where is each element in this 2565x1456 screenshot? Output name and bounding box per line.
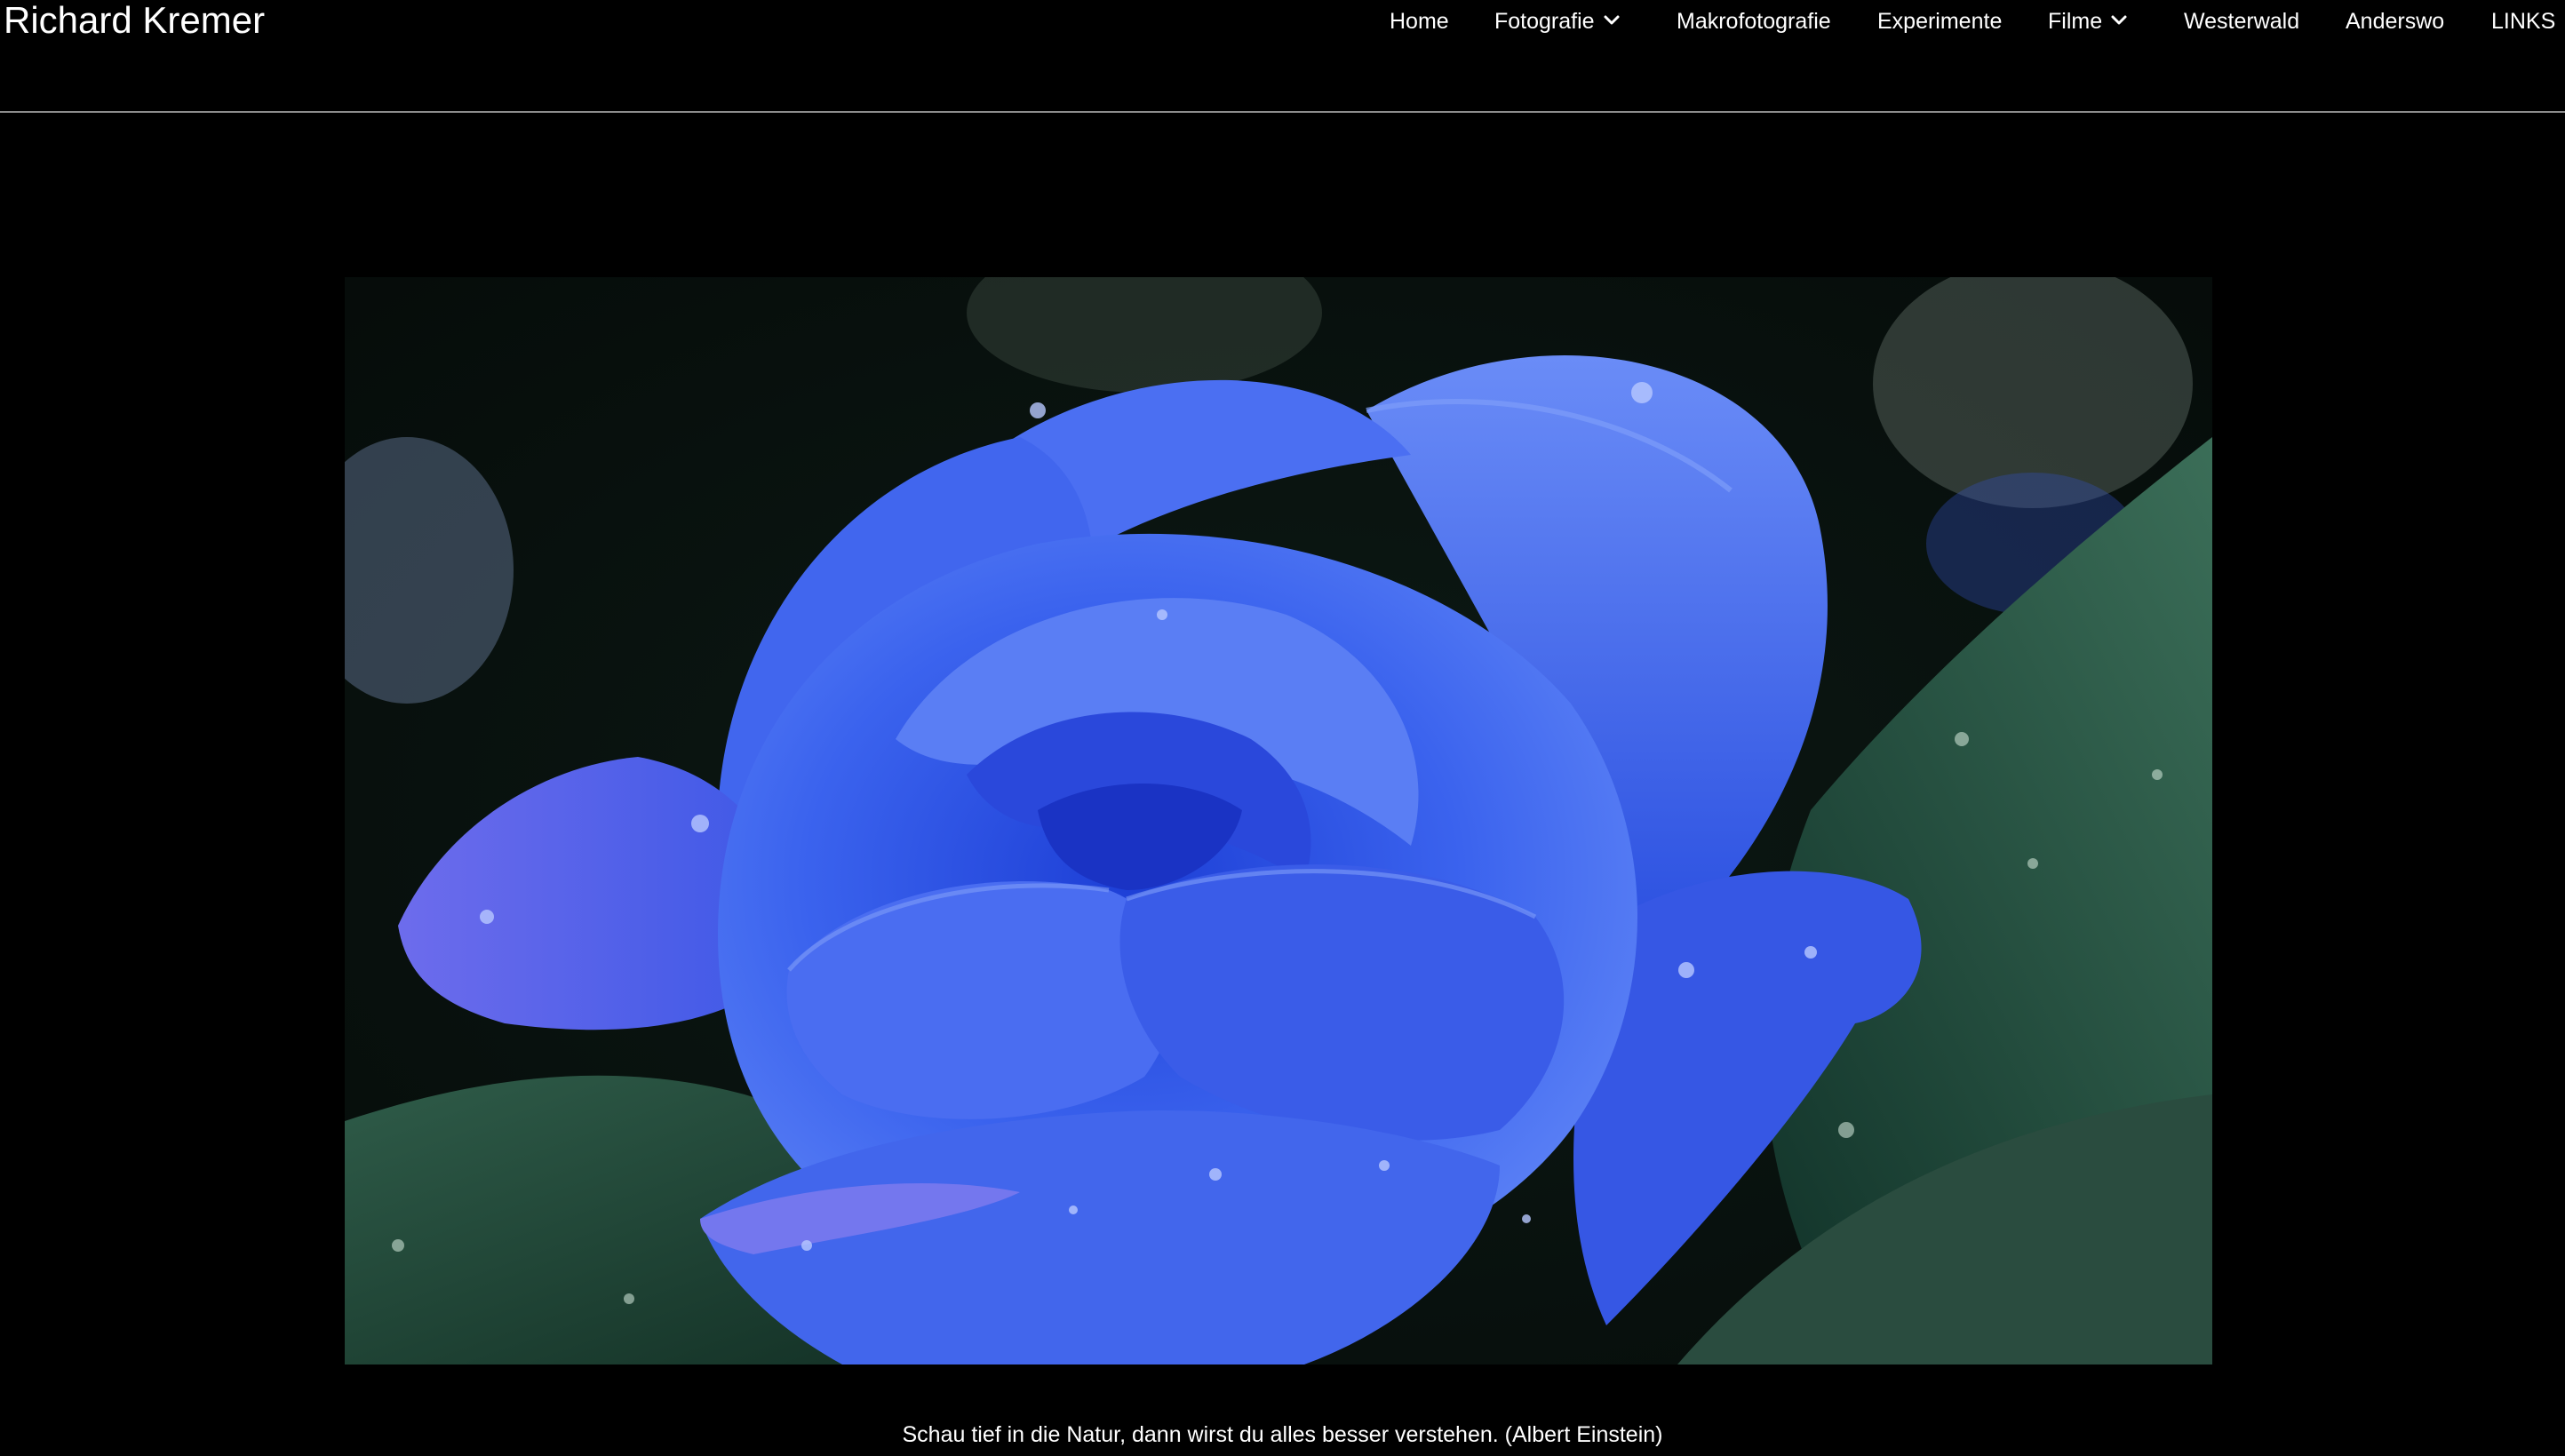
blue-rose-photo	[345, 277, 2212, 1365]
chevron-down-icon[interactable]	[1602, 11, 1621, 30]
site-header: Richard Kremer Home Fotografie Makrofoto…	[0, 0, 2565, 113]
nav-item-westerwald[interactable]: Westerwald	[2184, 8, 2299, 35]
site-title[interactable]: Richard Kremer	[4, 0, 265, 41]
nav-item-anderswo[interactable]: Anderswo	[2346, 8, 2444, 35]
nav-item-links[interactable]: LINKS	[2491, 8, 2555, 35]
nav-item-experimente[interactable]: Experimente	[1877, 8, 2002, 35]
nav-item-filme[interactable]: Filme	[2048, 8, 2102, 35]
quote-caption: Schau tief in die Natur, dann wirst du a…	[902, 1422, 1663, 1447]
nav-item-fotografie[interactable]: Fotografie	[1494, 8, 1595, 35]
nav-item-makrofotografie[interactable]: Makrofotografie	[1677, 8, 1831, 35]
nav-item-home[interactable]: Home	[1390, 8, 1449, 35]
chevron-down-icon[interactable]	[2109, 11, 2129, 30]
hero-image	[345, 277, 2212, 1365]
